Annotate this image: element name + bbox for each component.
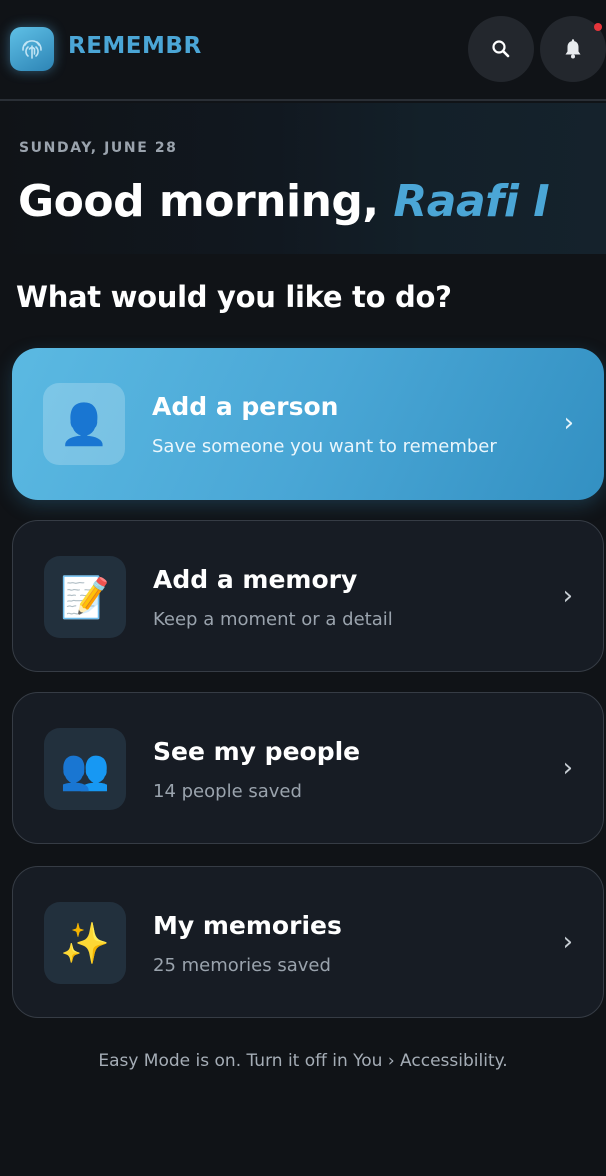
bell-icon xyxy=(565,39,581,59)
chevron-right-icon: › xyxy=(563,408,574,438)
card-subtitle: Keep a moment or a detail xyxy=(153,609,393,630)
top-bar: REMEMBR xyxy=(0,0,606,101)
my-memories-card[interactable]: ✨ My memories 25 memories saved › xyxy=(12,866,604,1018)
easy-mode-notice: Easy Mode is on. Turn it off in You › Ac… xyxy=(98,1051,508,1071)
section-heading: What would you like to do? xyxy=(16,280,452,314)
greeting-heading: Good morning, Raafi I xyxy=(18,176,550,227)
card-title: Add a person xyxy=(152,392,339,421)
people-icon: 👥 xyxy=(44,728,126,810)
card-subtitle: Save someone you want to remember xyxy=(152,436,497,457)
sparkles-icon: ✨ xyxy=(44,902,126,984)
chevron-right-icon: › xyxy=(562,581,573,611)
chevron-right-icon: › xyxy=(562,753,573,783)
app-logo xyxy=(10,27,54,71)
card-title: Add a memory xyxy=(153,565,358,594)
card-title: My memories xyxy=(153,911,342,940)
card-subtitle: 14 people saved xyxy=(153,781,302,802)
brand-name: REMEMBR xyxy=(68,33,202,59)
fingerprint-icon xyxy=(22,40,42,59)
see-people-card[interactable]: 👥 See my people 14 people saved › xyxy=(12,692,604,844)
add-person-card[interactable]: 👤 Add a person Save someone you want to … xyxy=(12,348,604,500)
add-memory-card[interactable]: 📝 Add a memory Keep a moment or a detail… xyxy=(12,520,604,672)
search-button[interactable] xyxy=(468,16,534,82)
greeting-text: Good morning, xyxy=(18,176,394,227)
card-subtitle: 25 memories saved xyxy=(153,955,331,976)
search-icon xyxy=(492,40,510,58)
card-title: See my people xyxy=(153,737,361,766)
user-name: Raafi I xyxy=(393,176,550,227)
memo-icon: 📝 xyxy=(44,556,126,638)
current-date: SUNDAY, JUNE 28 xyxy=(19,140,178,156)
chevron-right-icon: › xyxy=(562,927,573,957)
notification-badge-dot xyxy=(594,23,602,31)
person-icon: 👤 xyxy=(43,383,125,465)
